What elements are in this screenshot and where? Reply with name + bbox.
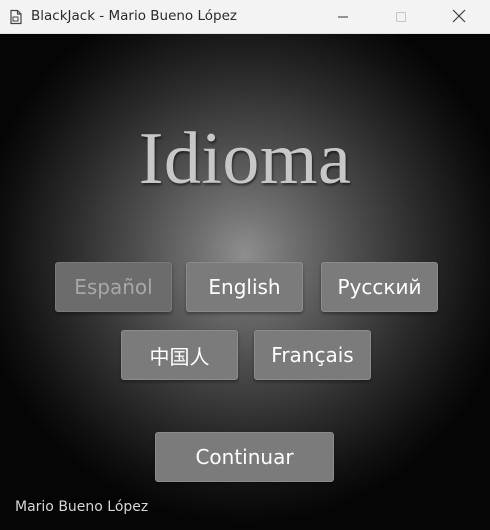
page-title: Idioma	[138, 118, 352, 200]
minimize-button[interactable]	[320, 0, 366, 34]
language-button-french[interactable]: Français	[254, 330, 371, 380]
language-button-english[interactable]: English	[186, 262, 303, 312]
author-label: Mario Bueno López	[15, 499, 149, 515]
continue-button[interactable]: Continuar	[155, 432, 334, 482]
language-screen: Idioma Español English Русский 中国人 Franç…	[0, 34, 490, 530]
close-icon	[452, 8, 466, 27]
language-button-chinese[interactable]: 中国人	[121, 330, 238, 380]
maximize-button[interactable]	[378, 0, 424, 34]
app-document-icon	[9, 9, 23, 25]
title-bar[interactable]: BlackJack - Mario Bueno López	[0, 0, 490, 34]
language-button-russian[interactable]: Русский	[321, 262, 438, 312]
app-window: BlackJack - Mario Bueno López Idioma Esp…	[0, 0, 490, 530]
minimize-icon	[337, 8, 349, 27]
window-title: BlackJack - Mario Bueno López	[31, 8, 237, 24]
maximize-icon	[395, 8, 407, 27]
close-button[interactable]	[436, 0, 482, 34]
language-button-spanish[interactable]: Español	[55, 262, 172, 312]
